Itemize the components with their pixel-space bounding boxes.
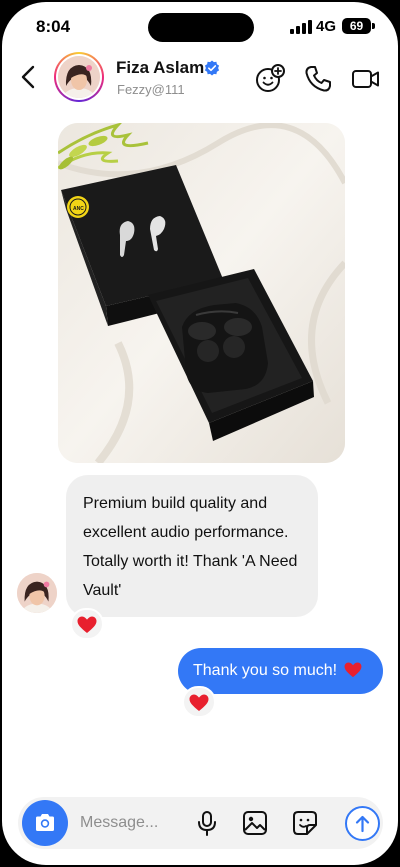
avatar[interactable] [54,52,104,102]
sent-message-bubble[interactable]: Thank you so much! [178,648,383,694]
received-message-bubble[interactable]: Premium build quality and excellent audi… [66,475,318,617]
avatar-portrait [58,56,100,98]
verified-badge-icon [204,60,220,76]
message-input[interactable] [80,809,190,837]
video-camera-icon[interactable] [350,63,382,95]
received-message-text: Premium build quality and excellent audi… [83,495,298,599]
camera-icon [36,814,54,831]
camera-button[interactable] [22,800,68,846]
signal-icon [290,20,312,34]
heart-icon [77,616,97,633]
chat-screen: 8:04 4G 69 Fiza Aslam Fezzy@111 ANC Prem… [2,2,398,865]
sender-avatar[interactable] [17,573,57,613]
contact-handle: Fezzy@111 [117,82,185,97]
gallery-icon[interactable] [241,809,269,837]
product-photo[interactable]: ANC [58,123,345,463]
microphone-icon[interactable] [193,809,221,837]
sent-reaction[interactable] [182,686,216,718]
battery-icon: 69 [342,18,371,34]
send-button[interactable] [345,806,380,841]
heart-icon [189,694,209,711]
back-icon[interactable] [16,64,42,90]
status-time: 8:04 [36,17,71,36]
battery-cap [372,23,375,29]
battery-level: 69 [349,19,364,33]
dynamic-island [148,13,254,42]
phone-frame: 8:04 4G 69 Fiza Aslam Fezzy@111 ANC Prem… [0,0,400,867]
sticker-icon[interactable] [291,809,319,837]
avatar-border [56,54,102,100]
sender-portrait [17,573,57,613]
phone-icon[interactable] [302,63,334,95]
network-label: 4G [316,18,337,35]
status-bar: 8:04 4G 69 [2,2,398,52]
sent-message-text: Thank you so much! [193,662,338,679]
earbuds-box-photo: ANC [58,123,345,463]
send-arrow-icon [355,815,370,833]
anc-label: ANC [73,206,84,212]
chat-header: Fiza Aslam Fezzy@111 [2,52,398,108]
avatar-photo [58,56,100,98]
received-reaction[interactable] [70,608,104,640]
message-composer [18,797,383,849]
contact-name[interactable]: Fiza Aslam [116,58,204,78]
heart-emoji-icon [344,662,361,678]
add-reaction-icon[interactable] [254,63,286,95]
